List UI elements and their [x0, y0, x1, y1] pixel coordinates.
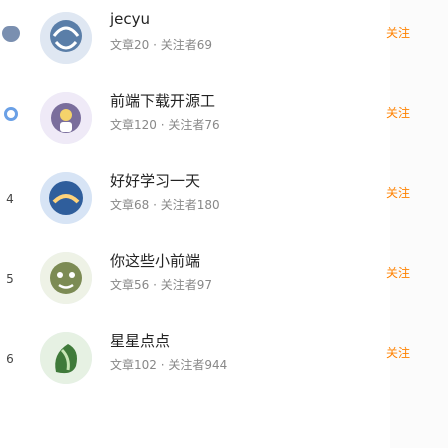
author-meta: 文章102 · 关注者944 [110, 358, 228, 372]
rank-number: 4 [6, 192, 14, 206]
follow-button[interactable]: 关注 [366, 18, 430, 46]
follow-button[interactable]: 关注 [366, 98, 430, 126]
follow-button[interactable]: 关注 [366, 258, 430, 286]
author-name[interactable]: jecyu [110, 10, 150, 28]
bronze-badge-icon [4, 107, 18, 121]
avatar[interactable] [40, 92, 92, 144]
follow-button[interactable]: 关注 [366, 338, 430, 366]
list-item[interactable]: 4 好好学习一天 文章68 · 关注者180 关注 [0, 160, 448, 240]
follow-button[interactable]: 关注 [366, 178, 430, 206]
avatar-image [40, 12, 92, 64]
list-item[interactable]: 6 星星点点 文章102 · 关注者944 关注 [0, 320, 448, 400]
author-ranking-list: jecyu 文章20 · 关注者69 关注 前端下载开源工 文章120 · 关注… [0, 0, 448, 448]
avatar[interactable] [40, 252, 92, 304]
avatar[interactable] [40, 12, 92, 64]
author-meta: 文章120 · 关注者76 [110, 118, 220, 132]
rank-number: 6 [6, 352, 14, 366]
list-item[interactable]: 前端下载开源工 文章120 · 关注者76 关注 [0, 80, 448, 160]
author-meta: 文章56 · 关注者97 [110, 278, 212, 292]
avatar-image [40, 252, 92, 304]
author-name[interactable]: 前端下载开源工 [110, 90, 215, 111]
list-item[interactable]: 5 你这些小前端 文章56 · 关注者97 关注 [0, 240, 448, 320]
avatar[interactable] [40, 172, 92, 224]
author-name[interactable]: 星星点点 [110, 330, 170, 351]
avatar-image [40, 172, 92, 224]
list-item[interactable]: jecyu 文章20 · 关注者69 关注 [0, 0, 448, 80]
silver-medal-icon [2, 26, 20, 42]
avatar[interactable] [40, 332, 92, 384]
author-name[interactable]: 你这些小前端 [110, 250, 200, 271]
avatar-image [40, 332, 92, 384]
avatar-image [40, 92, 92, 144]
author-name[interactable]: 好好学习一天 [110, 170, 200, 191]
author-meta: 文章68 · 关注者180 [110, 198, 220, 212]
rank-number: 5 [6, 272, 14, 286]
author-meta: 文章20 · 关注者69 [110, 38, 212, 52]
